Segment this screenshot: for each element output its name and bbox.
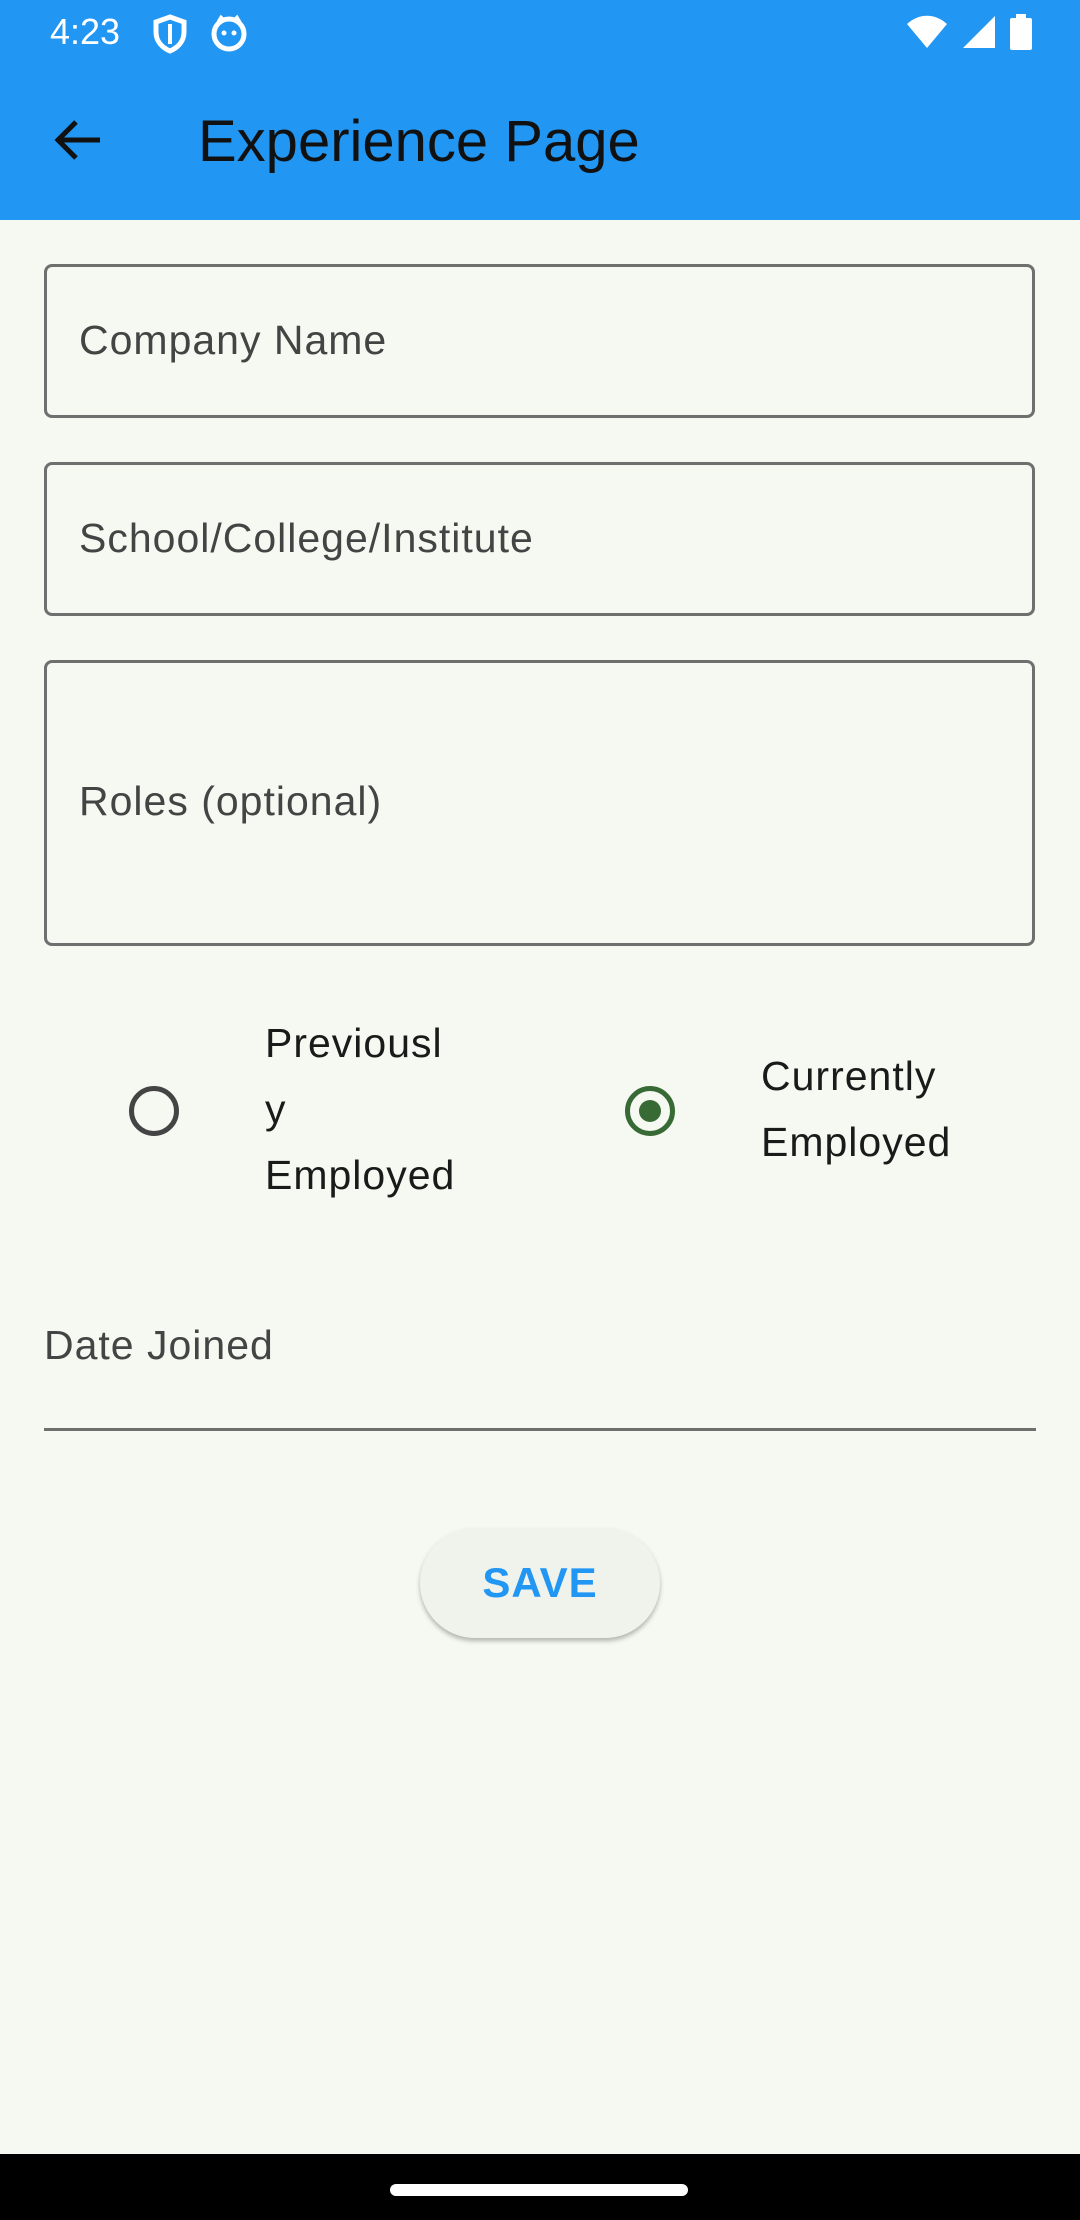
company-name-label: Company Name	[79, 317, 388, 363]
radio-selected-dot	[639, 1100, 661, 1122]
currently-employed-line-2: Employed	[761, 1119, 952, 1165]
school-field[interactable]: School/College/Institute	[44, 462, 1035, 616]
roles-field[interactable]: Roles (optional)	[44, 660, 1035, 946]
arrow-back-icon	[52, 114, 104, 171]
previously-employed-line-1: Previousl	[265, 1020, 443, 1066]
app-bar: Experience Page	[0, 64, 1080, 220]
home-indicator[interactable]	[390, 2184, 688, 2196]
status-right-icons	[906, 14, 1032, 55]
currently-employed-label[interactable]: Currently Employed	[761, 1043, 951, 1175]
save-button-label: SAVE	[482, 1559, 598, 1606]
page-title: Experience Page	[198, 109, 640, 174]
status-bar: 4:23	[0, 0, 1080, 64]
previously-employed-line-2: y	[265, 1086, 287, 1132]
roles-label: Roles (optional)	[79, 778, 383, 824]
school-label: School/College/Institute	[79, 515, 534, 561]
back-button[interactable]	[40, 104, 116, 180]
battery-icon	[1010, 14, 1032, 55]
shield-icon	[152, 14, 188, 59]
previously-employed-line-3: Employed	[265, 1152, 456, 1198]
currently-employed-line-1: Currently	[761, 1053, 937, 1099]
status-left-icons	[152, 14, 248, 59]
date-joined-underline	[44, 1428, 1036, 1431]
radio-checked-icon[interactable]	[625, 1086, 675, 1136]
wifi-icon	[906, 15, 948, 54]
experience-page-screen: 4:23 Experience Page Company Name School…	[0, 0, 1080, 2220]
save-button[interactable]: SAVE	[420, 1528, 660, 1638]
company-name-field[interactable]: Company Name	[44, 264, 1035, 418]
status-time: 4:23	[50, 11, 121, 52]
radio-unchecked-icon[interactable]	[129, 1086, 179, 1136]
navigation-bar	[0, 2154, 1080, 2220]
cellular-signal-icon	[962, 15, 996, 54]
previously-employed-label[interactable]: Previousl y Employed	[265, 1010, 455, 1208]
cat-face-icon	[210, 14, 248, 59]
date-joined-label: Date Joined	[44, 1322, 274, 1368]
